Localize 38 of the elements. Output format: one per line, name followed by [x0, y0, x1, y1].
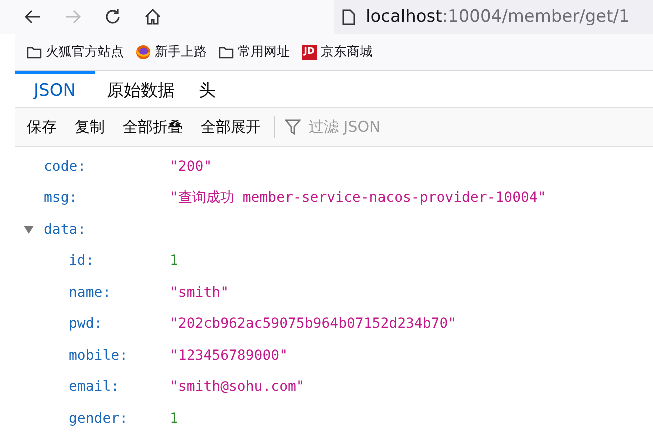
page-icon — [342, 8, 356, 26]
json-key: name: — [44, 284, 170, 301]
bookmark-item[interactable]: 常用网址 — [238, 43, 290, 61]
json-key: mobile: — [44, 348, 170, 364]
jd-logo-icon: JD — [302, 44, 317, 60]
json-key: email: — [44, 379, 170, 396]
json-value: "查询成功 member-service-nacos-provider-10004" — [170, 189, 546, 208]
toolbar-button[interactable]: 保存 — [27, 118, 62, 136]
url-host: localhost — [366, 7, 442, 27]
tab[interactable]: 原始数据 — [95, 71, 187, 107]
bookmark-item[interactable]: 火狐官方站点 — [46, 43, 124, 61]
json-value: "smith@sohu.com" — [170, 379, 305, 396]
filter-field[interactable]: 过滤 JSON — [307, 117, 451, 137]
json-value: "123456789000" — [170, 348, 288, 364]
address-bar[interactable]: localhost:10004/member/get/1 — [334, 0, 653, 34]
json-key: data: — [44, 222, 170, 238]
filter-icon — [285, 118, 301, 136]
folder-icon — [219, 46, 234, 58]
toolbar-button[interactable]: 全部折叠 — [118, 118, 188, 136]
json-key: gender: — [44, 410, 170, 427]
json-key: code: — [44, 158, 170, 175]
json-key: pwd: — [44, 316, 170, 332]
expand-arrow-icon[interactable] — [24, 226, 34, 234]
json-key: id: — [44, 253, 170, 270]
globe-icon — [136, 44, 151, 60]
json-value: "smith" — [170, 284, 230, 301]
json-value: 1 — [170, 253, 178, 270]
json-value: 1 — [170, 410, 178, 427]
tab[interactable]: 头 — [187, 71, 228, 107]
json-value: "202cb962ac59075b964b07152d234b70" — [170, 316, 457, 332]
folder-icon — [27, 46, 42, 58]
json-key: msg: — [44, 190, 170, 206]
url-path: :10004/member/get/1 — [442, 7, 630, 27]
json-value: "200" — [170, 158, 212, 175]
toolbar-button[interactable]: 复制 — [70, 118, 110, 136]
bookmark-item[interactable]: 京东商城 — [321, 43, 373, 61]
bookmark-item[interactable]: 新手上路 — [155, 43, 207, 61]
toolbar-button[interactable]: 全部展开 — [196, 118, 266, 136]
